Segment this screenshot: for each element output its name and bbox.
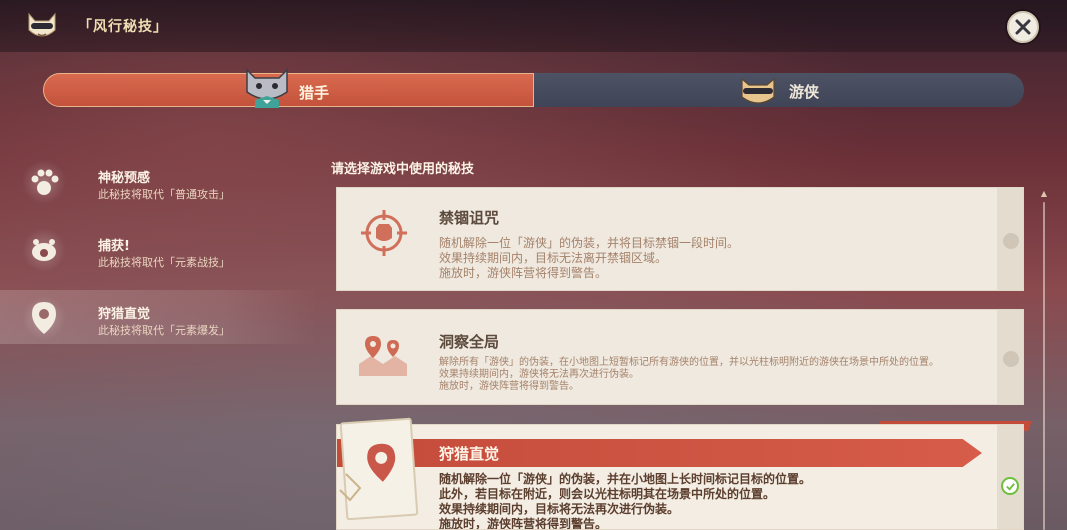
skill-card-imprison-curse[interactable]: 禁锢诅咒 随机解除一位「游侠」的伪装，并将目标禁锢一段时间。 效果持续期间内，目… xyxy=(336,187,1024,291)
top-bar: 「风行秘技」 xyxy=(0,0,1067,52)
selected-banner xyxy=(337,439,982,467)
tab-hunter[interactable]: 猎手 xyxy=(43,68,534,108)
skill-desc: 此秘技将取代「普通攻击」 xyxy=(98,188,230,201)
role-tabs: 猎手 游侠 xyxy=(43,68,1024,108)
card-description: 解除所有「游侠」的伪装，在小地图上短暂标记所有游侠的位置，并以光柱标明附近的游侠… xyxy=(439,357,939,392)
crosshair-cat-icon xyxy=(359,208,409,258)
paper-clip-icon xyxy=(338,470,368,510)
location-pin-icon xyxy=(367,443,396,482)
select-radio[interactable] xyxy=(1003,351,1019,367)
card-title: 狩猎直觉 xyxy=(439,445,500,463)
hunter-cat-avatar xyxy=(241,66,293,108)
skill-item-mystic-premonition[interactable]: 神秘预感 此秘技将取代「普通攻击」 xyxy=(0,154,318,208)
skill-card-insight[interactable]: 洞察全局 解除所有「游侠」的伪装，在小地图上短暂标记所有游侠的位置，并以光柱标明… xyxy=(336,309,1024,405)
card-description: 随机解除一位「游侠」的伪装，并将目标禁锢一段时间。 效果持续期间内，目标无法离开… xyxy=(439,236,740,280)
scroll-track[interactable] xyxy=(1043,202,1045,530)
card-title: 洞察全局 xyxy=(439,333,500,351)
cat-mask-icon xyxy=(26,12,58,40)
skill-item-capture[interactable]: 捕获! 此秘技将取代「元素战技」 xyxy=(0,222,318,276)
tab-ranger[interactable]: 游侠 xyxy=(534,73,1024,107)
skill-item-hunting-instinct[interactable]: 狩猎直觉 此秘技将取代「元素爆发」 xyxy=(0,290,318,344)
skill-name: 狩猎直觉 xyxy=(98,307,151,322)
select-radio[interactable] xyxy=(1003,233,1019,249)
close-icon xyxy=(1015,19,1031,35)
skill-desc: 此秘技将取代「元素战技」 xyxy=(98,256,230,269)
tab-hunter-label: 猎手 xyxy=(299,84,330,102)
skill-desc: 此秘技将取代「元素爆发」 xyxy=(98,324,230,337)
ranger-cat-avatar xyxy=(739,77,777,107)
location-pin-icon xyxy=(22,296,66,340)
skill-card-hunting-instinct[interactable]: 狩猎直觉 随机解除一位「游侠」的伪装，并在小地图上长时间标记目标的位置。 此外，… xyxy=(336,424,1024,530)
tab-ranger-label: 游侠 xyxy=(789,83,820,101)
card-title: 禁锢诅咒 xyxy=(439,209,500,227)
scrollbar[interactable]: ▲ xyxy=(1040,190,1048,530)
section-title: 请选择游戏中使用的秘技 xyxy=(331,162,475,177)
paw-print-icon xyxy=(22,160,66,204)
selected-check-icon[interactable] xyxy=(1001,477,1019,495)
skill-name: 捕获! xyxy=(98,239,130,254)
scroll-up-icon[interactable]: ▲ xyxy=(1040,190,1048,198)
page-title: 「风行秘技」 xyxy=(78,19,168,35)
close-button[interactable] xyxy=(1007,11,1039,43)
cat-paw-icon xyxy=(22,228,66,272)
map-pins-icon xyxy=(357,330,409,378)
skill-name: 神秘预感 xyxy=(98,171,151,186)
card-description: 随机解除一位「游侠」的伪装，并在小地图上长时间标记目标的位置。 此外，若目标在附… xyxy=(439,472,812,530)
